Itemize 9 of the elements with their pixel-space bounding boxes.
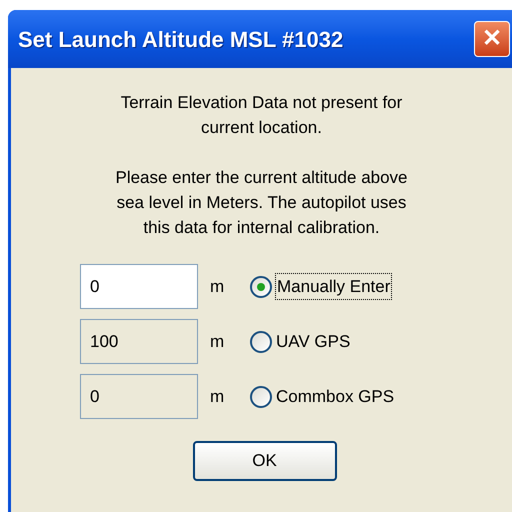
altitude-field[interactable]: 0 (80, 264, 198, 309)
unit-label: m (210, 276, 226, 298)
message-text: Please enter the current altitude above sea level in Meters. The autopilot uses this data for internal calibration. (114, 167, 409, 239)
window-title: Set Launch Altitude MSL #1032 (18, 26, 344, 54)
unit-label: m (210, 386, 226, 408)
unit-label: m (210, 330, 226, 353)
message-text: Terrain Elevation Data not present for current location. (120, 92, 404, 139)
ok-button[interactable]: OK (192, 441, 336, 481)
source-radio[interactable]: Manually Enter (250, 274, 392, 300)
